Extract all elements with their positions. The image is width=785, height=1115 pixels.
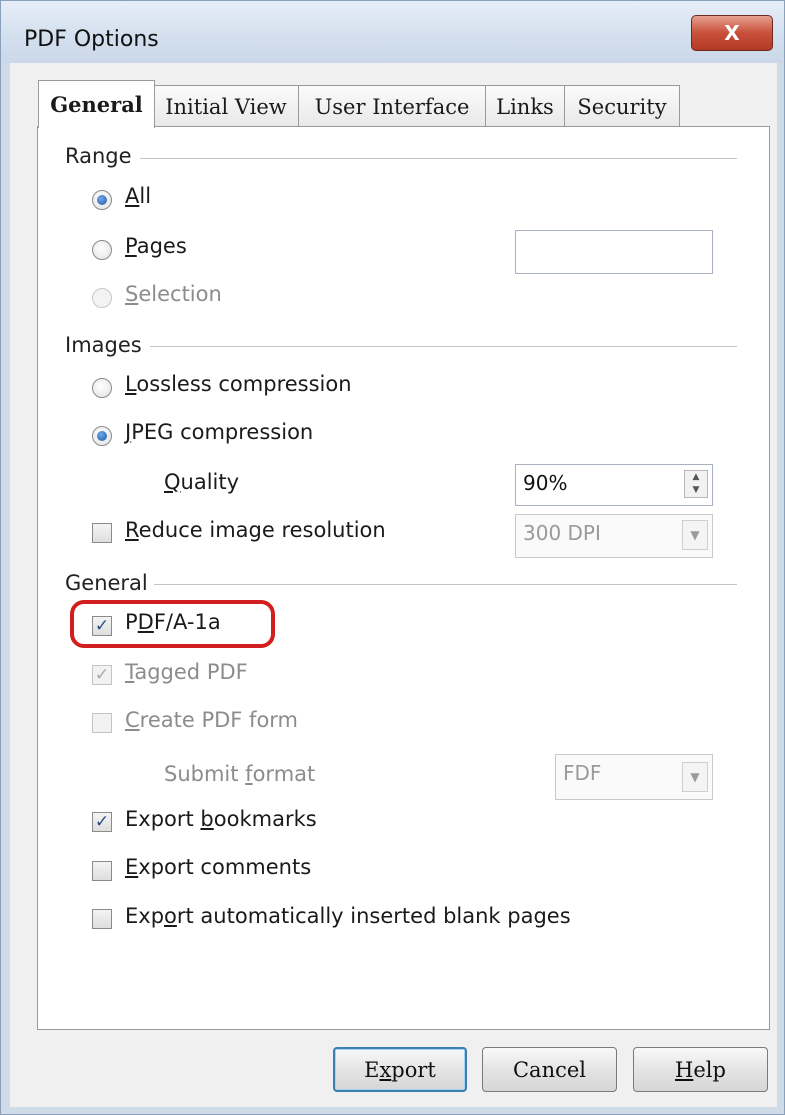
general-heading: General (65, 571, 154, 595)
jpeg-compression-radio[interactable] (92, 426, 112, 446)
range-heading: Range (65, 144, 138, 168)
quality-label: Quality (164, 470, 240, 494)
quality-spinbox[interactable]: 90% ▲ ▼ (515, 464, 713, 506)
export-button[interactable]: Ex port (333, 1047, 467, 1092)
reduce-resolution-checkbox[interactable] (92, 523, 112, 543)
close-button[interactable]: X (691, 15, 773, 51)
help-button[interactable]: Help (633, 1047, 768, 1092)
tagged-pdf-checkbox: ✓ (92, 665, 112, 685)
submit-format-value: FDF (563, 761, 602, 785)
spin-up-icon[interactable]: ▲ (685, 471, 707, 484)
chevron-down-icon: ▼ (682, 762, 708, 792)
tagged-pdf-label: Tagged PDF (125, 660, 248, 684)
range-selection-radio (92, 288, 112, 308)
submit-format-label: Submit format (164, 762, 316, 786)
resolution-dropdown: 300 DPI ▼ (515, 514, 713, 558)
export-blank-pages-label[interactable]: Export automatically inserted blank page… (125, 904, 571, 928)
images-divider (150, 346, 737, 347)
dialog-title: PDF Options (24, 27, 159, 52)
range-all-label[interactable]: All (125, 184, 151, 208)
tab-security[interactable]: Security (564, 85, 680, 127)
general-divider (152, 584, 737, 585)
range-selection-label: Selection (125, 282, 222, 306)
resolution-value: 300 DPI (523, 521, 601, 545)
lossless-compression-radio[interactable] (92, 378, 112, 398)
lossless-compression-label[interactable]: Lossless compression (125, 372, 352, 396)
create-form-label: Create PDF form (125, 708, 299, 732)
tab-general[interactable]: General (38, 80, 155, 128)
reduce-resolution-label[interactable]: Reduce image resolution (125, 518, 386, 542)
quality-spin-buttons[interactable]: ▲ ▼ (684, 470, 708, 498)
close-icon: X (724, 21, 740, 45)
chevron-down-icon: ▼ (682, 520, 708, 550)
tab-initial-view[interactable]: Initial View (153, 85, 299, 127)
title-bar[interactable]: PDF Options X (1, 1, 784, 63)
range-all-radio[interactable] (92, 190, 112, 210)
cancel-button[interactable]: Cancel (482, 1047, 617, 1092)
red-highlight-annotation (70, 600, 275, 648)
range-pages-radio[interactable] (92, 240, 112, 260)
tab-user-interface[interactable]: User Interface (298, 85, 486, 127)
export-comments-label[interactable]: Export comments (125, 855, 311, 879)
tab-links[interactable]: Links (485, 85, 565, 127)
create-form-checkbox (92, 713, 112, 733)
jpeg-compression-label[interactable]: JPEG compression (125, 420, 313, 444)
quality-value: 90% (523, 471, 568, 495)
spin-down-icon[interactable]: ▼ (685, 484, 707, 497)
images-heading: Images (65, 333, 148, 357)
range-divider (140, 158, 737, 159)
range-pages-label[interactable]: Pages (125, 234, 187, 258)
export-bookmarks-checkbox[interactable]: ✓ (92, 812, 112, 832)
pages-input[interactable] (515, 230, 713, 274)
export-bookmarks-label[interactable]: Export bookmarks (125, 807, 317, 831)
submit-format-dropdown: FDF ▼ (555, 754, 713, 800)
export-comments-checkbox[interactable] (92, 861, 112, 881)
export-blank-pages-checkbox[interactable] (92, 909, 112, 929)
